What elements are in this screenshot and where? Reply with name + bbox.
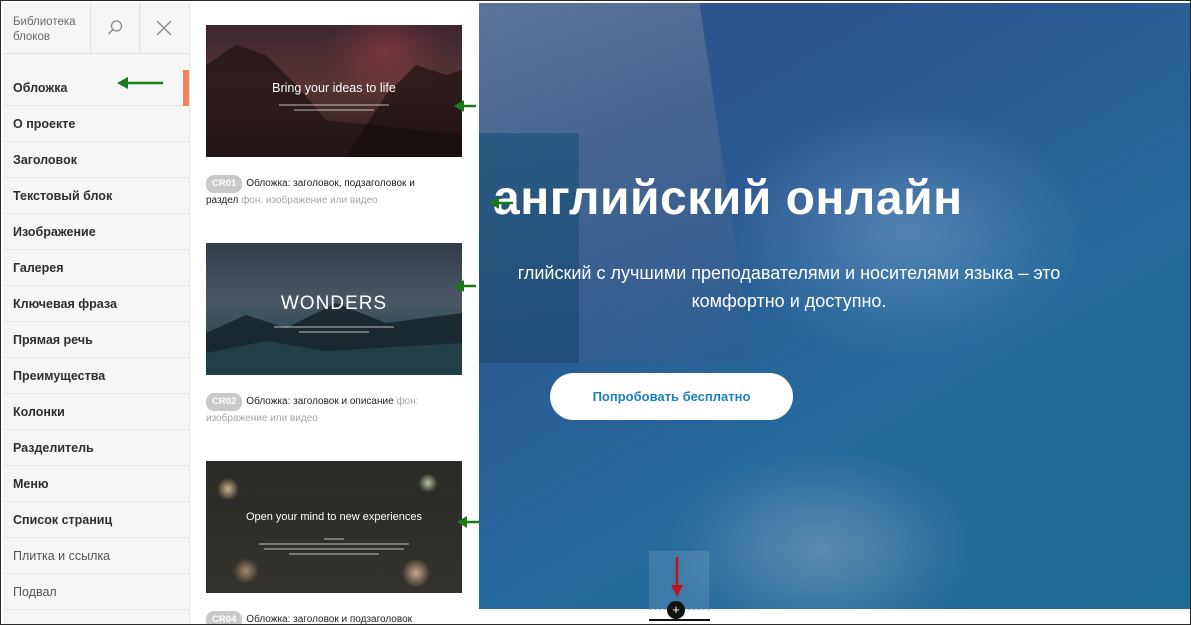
thumbnail-title: Bring your ideas to life (272, 81, 396, 95)
category-label: Преимущества (13, 368, 106, 383)
category-item-text-block[interactable]: Текстовый блок (3, 178, 189, 214)
category-item-advantages[interactable]: Преимущества (3, 358, 189, 394)
annotation-arrow-icon (454, 280, 476, 292)
add-block-button[interactable]: + (667, 601, 685, 619)
close-icon (156, 20, 172, 36)
category-label: Подвал (13, 584, 57, 599)
thumbnail-title: WONDERS (280, 293, 388, 314)
try-free-button[interactable]: Попробовать бесплатно (550, 373, 793, 420)
search-button[interactable] (91, 3, 140, 53)
insert-indicator-line (649, 619, 710, 621)
category-label: Плитка и ссылка (13, 548, 111, 563)
thumbnail-text-lines (269, 323, 399, 336)
thumbnail-text-lines (254, 535, 414, 558)
category-label: Прямая речь (13, 332, 93, 347)
category-list: Обложка О проекте Заголовок Текстовый бл… (3, 70, 189, 610)
block-description: CR02 Обложка: заголовок и описание фон: и… (206, 393, 434, 427)
library-header: Библиотека блоков (3, 3, 189, 54)
annotation-arrow-icon (117, 77, 163, 89)
block-code-badge: CR02 (206, 393, 243, 411)
laptop-screen (479, 133, 579, 363)
block-background-info: фон: изображение или видео (241, 195, 378, 206)
hero-subtitle-line: комфортно и доступно. (691, 291, 887, 311)
block-name: Обложка: заголовок и описание (246, 396, 394, 407)
block-code-badge: CR01 (206, 175, 243, 193)
category-item-about[interactable]: О проекте (3, 106, 189, 142)
search-icon (108, 20, 123, 35)
category-label: Меню (13, 476, 49, 491)
block-card-cr01[interactable]: Bring your ideas to life CR01 Обложка: за… (206, 25, 462, 209)
block-code-badge: CR04 (206, 611, 243, 624)
category-label: Обложка (13, 80, 68, 95)
category-label: Галерея (13, 260, 64, 275)
category-item-menu[interactable]: Меню (3, 466, 189, 502)
block-name: Обложка: заголовок и подзаголовок (246, 614, 413, 624)
block-card-cr04[interactable]: Open your mind to new experiences CR04 Об… (206, 461, 462, 624)
hero-subtitle: глийский с лучшими преподавателями и нос… (479, 259, 1099, 315)
category-label: Список страниц (13, 512, 113, 527)
annotation-arrow-icon (454, 100, 476, 112)
category-label: Разделитель (13, 440, 94, 455)
block-thumbnail[interactable]: WONDERS (206, 243, 462, 375)
category-item-quote[interactable]: Прямая речь (3, 322, 189, 358)
page-preview: английский онлайн глийский с лучшими пре… (479, 3, 1190, 609)
category-item-divider[interactable]: Разделитель (3, 430, 189, 466)
category-label: Колонки (13, 404, 65, 419)
category-item-key-phrase[interactable]: Ключевая фраза (3, 286, 189, 322)
hero-subtitle-line: глийский с лучшими преподавателями и нос… (517, 263, 1061, 283)
block-description: CR01 Обложка: заголовок, подзаголовок и р… (206, 175, 434, 209)
thumbnail-title: Open your mind to new experiences (245, 511, 423, 523)
category-item-tile-link[interactable]: Плитка и ссылка (3, 538, 189, 574)
block-preview-panel: Bring your ideas to life CR01 Обложка: за… (190, 3, 479, 624)
annotation-arrow-down-icon (671, 557, 683, 597)
block-thumbnail[interactable]: Bring your ideas to life (206, 25, 462, 157)
block-library-sidebar: Библиотека блоков Обложка О проекте Заго… (3, 3, 190, 624)
app-window: Библиотека блоков Обложка О проекте Заго… (0, 0, 1191, 625)
category-item-footer[interactable]: Подвал (3, 574, 189, 610)
category-item-page-list[interactable]: Список страниц (3, 502, 189, 538)
library-title: Библиотека блоков (3, 3, 91, 53)
block-thumbnail[interactable]: Open your mind to new experiences (206, 461, 462, 593)
hero-title: английский онлайн (493, 172, 963, 225)
category-item-gallery[interactable]: Галерея (3, 250, 189, 286)
annotation-arrow-icon (489, 197, 513, 209)
annotation-arrow-icon (457, 516, 479, 528)
page-bottom-strip (479, 609, 1190, 624)
category-item-columns[interactable]: Колонки (3, 394, 189, 430)
category-label: Текстовый блок (13, 188, 113, 203)
category-item-image[interactable]: Изображение (3, 214, 189, 250)
category-label: О проекте (13, 116, 76, 131)
category-label: Заголовок (13, 152, 77, 167)
category-item-heading[interactable]: Заголовок (3, 142, 189, 178)
block-card-cr02[interactable]: WONDERS CR02 Обложка: заголовок и описани… (206, 243, 462, 427)
category-label: Изображение (13, 224, 96, 239)
category-label: Ключевая фраза (13, 296, 117, 311)
block-description: CR04Обложка: заголовок и подзаголовок фо… (206, 611, 434, 624)
thumbnail-text-lines (269, 101, 399, 114)
close-button[interactable] (140, 3, 188, 53)
